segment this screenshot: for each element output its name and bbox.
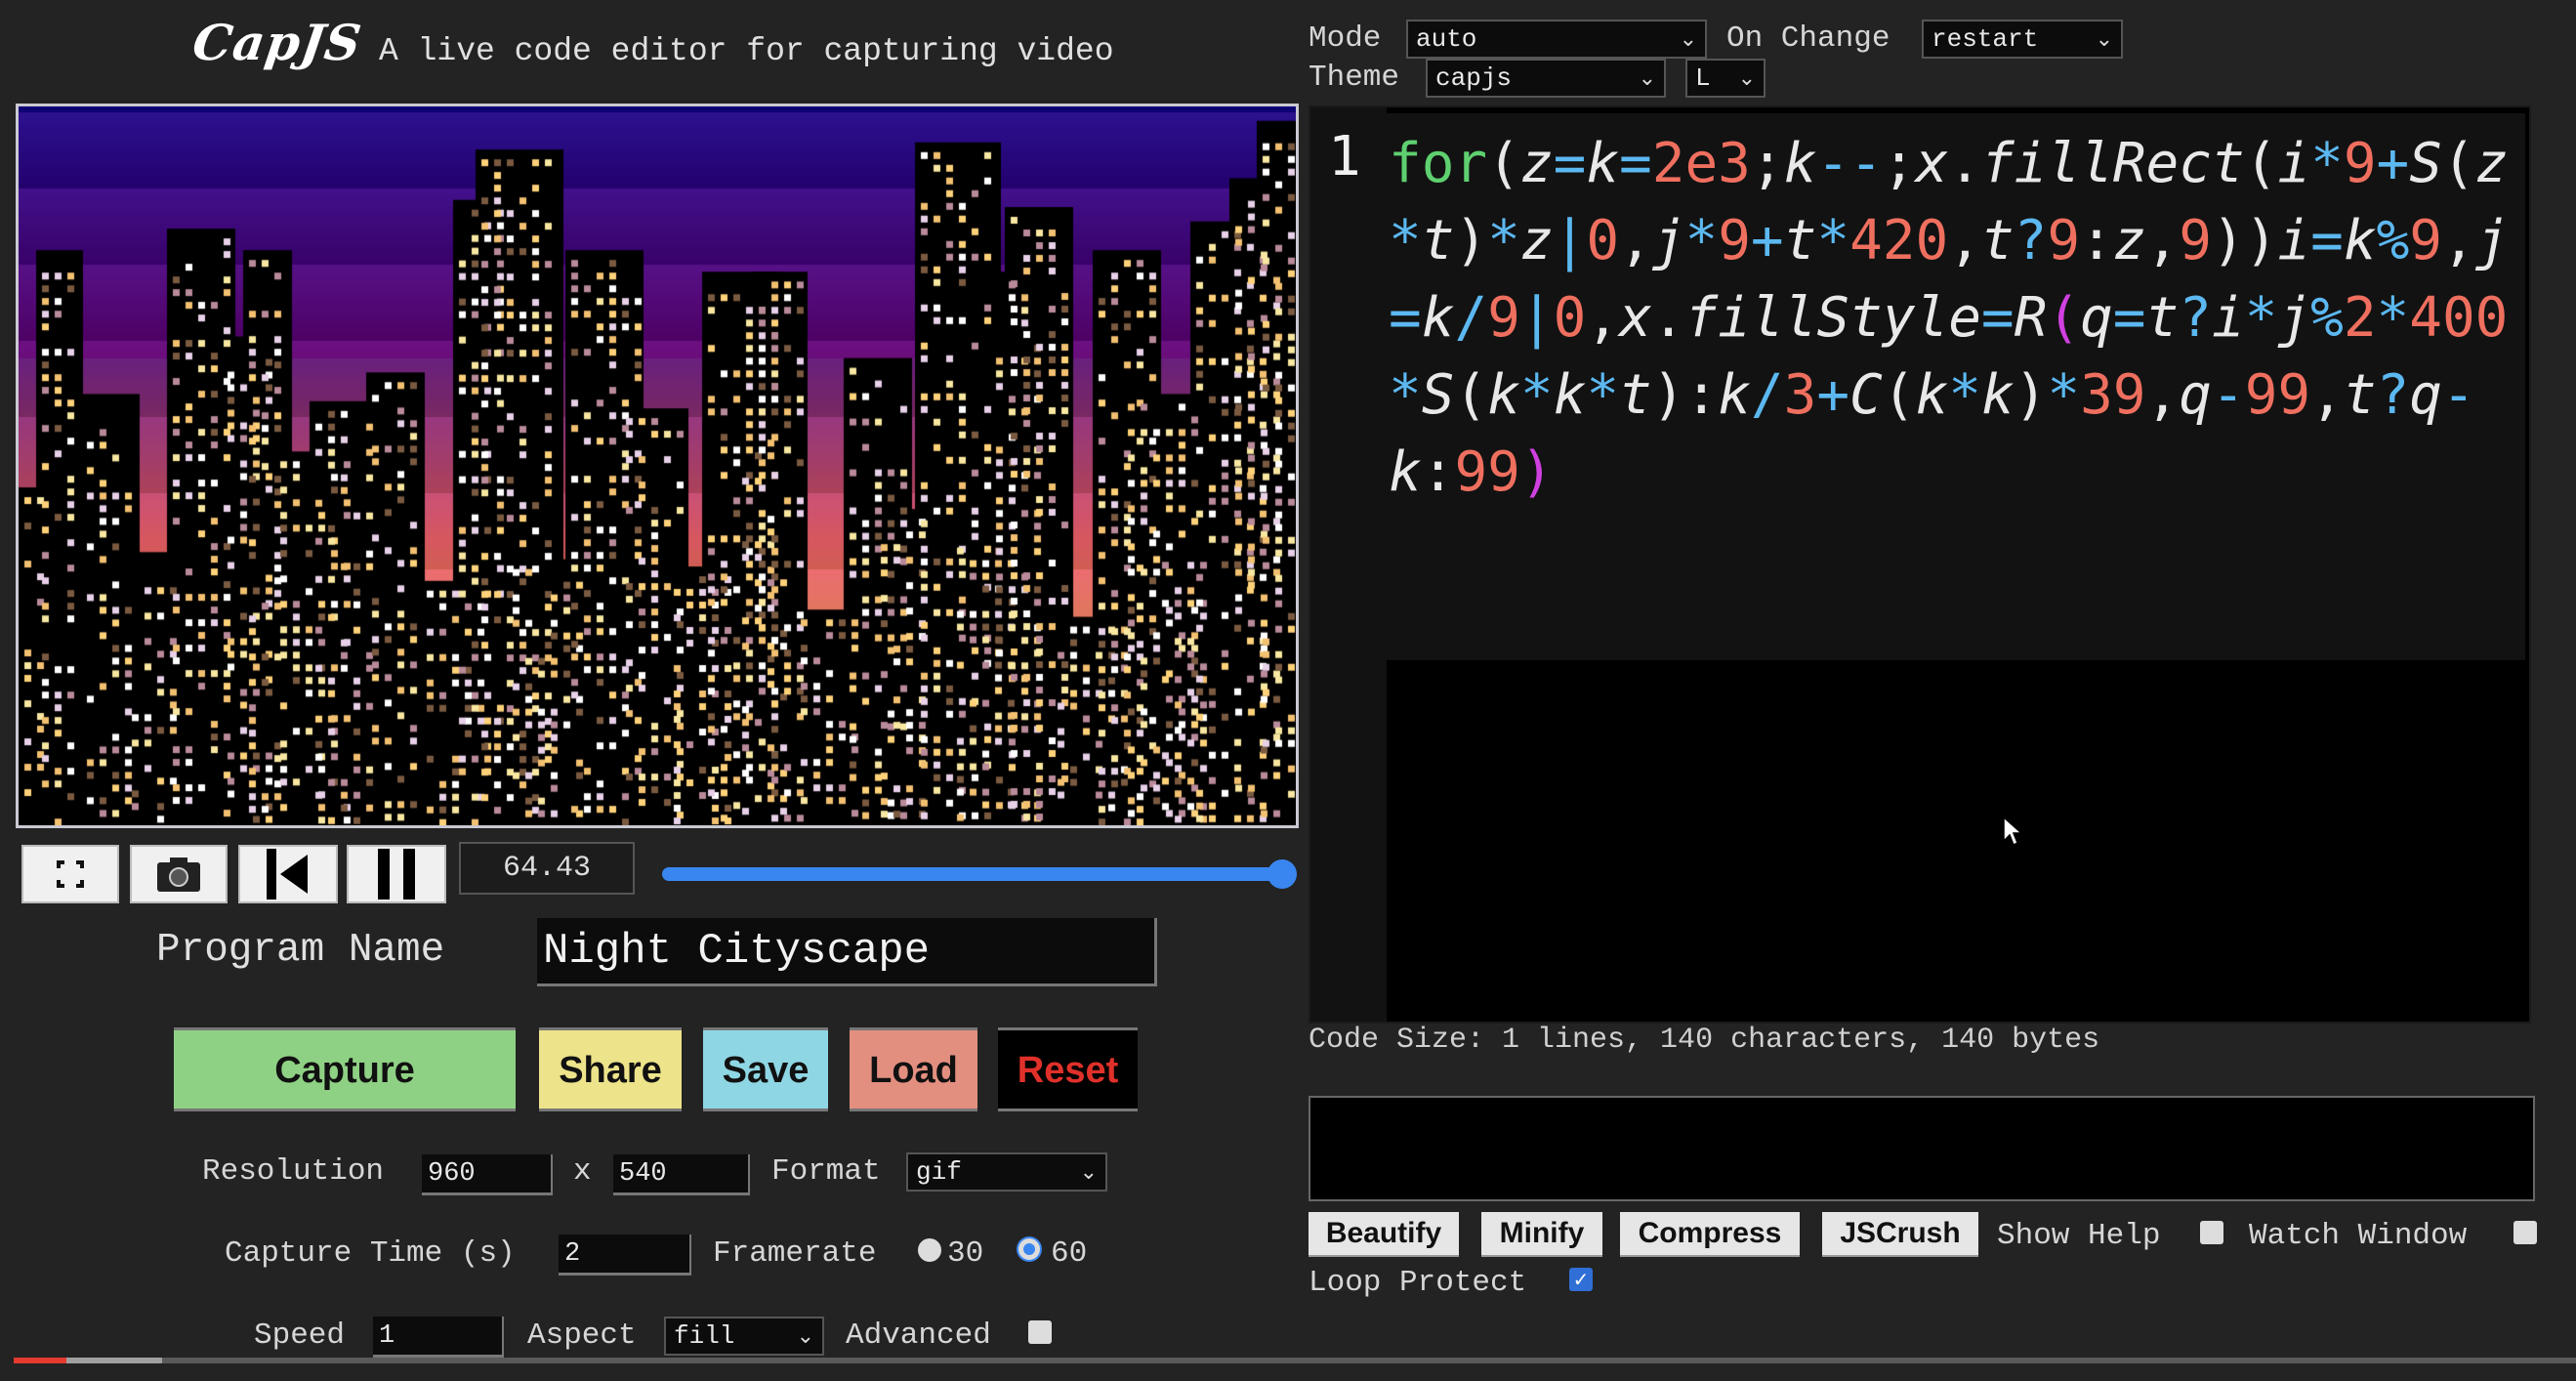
timeline-slider[interactable] (652, 859, 1297, 889)
show-help-label: Show Help (1997, 1219, 2161, 1253)
theme-label: Theme (1309, 61, 1400, 95)
chevron-down-icon: ⌄ (1079, 1159, 1098, 1185)
watch-window-checkbox[interactable] (2514, 1221, 2537, 1244)
editor-gutter (1310, 107, 1387, 1022)
loop-protect-checkbox[interactable]: ✓ (1569, 1268, 1593, 1291)
pause-icon (378, 849, 415, 900)
jscrush-button[interactable]: JSCrush (1822, 1212, 1978, 1257)
code-editor[interactable]: 1 for(z=k=2e3;k--;x.fillRect(i*9+S(z*t)*… (1309, 105, 2531, 1024)
framerate-30-label: 30 (947, 1236, 984, 1271)
pause-button[interactable] (347, 845, 446, 903)
aspect-select[interactable]: fill ⌄ (664, 1317, 824, 1356)
mode-label: Mode (1309, 21, 1382, 56)
code-size-status: Code Size: 1 lines, 140 characters, 140 … (1309, 1024, 2100, 1057)
share-button[interactable]: Share (539, 1027, 682, 1111)
framerate-radio-60[interactable] (1018, 1238, 1040, 1260)
load-button[interactable]: Load (850, 1027, 977, 1111)
capture-button[interactable]: Capture (174, 1027, 516, 1111)
save-button[interactable]: Save (703, 1027, 828, 1111)
timeline-track[interactable] (662, 867, 1283, 881)
timeline-thumb[interactable] (1267, 859, 1297, 889)
aspect-select-value: fill (674, 1321, 735, 1351)
capture-time-label: Capture Time (s) (225, 1236, 516, 1271)
theme-select-value: capjs (1435, 63, 1513, 93)
screenshot-button[interactable] (130, 845, 228, 903)
advanced-checkbox[interactable] (1028, 1320, 1052, 1344)
preview-canvas-frame[interactable] (16, 104, 1299, 828)
speed-label: Speed (254, 1318, 346, 1353)
fullscreen-icon (57, 860, 84, 888)
compress-button[interactable]: Compress (1620, 1212, 1800, 1257)
program-name-input[interactable] (537, 918, 1157, 986)
chevron-down-icon: ⌄ (796, 1323, 814, 1349)
on-change-select[interactable]: restart ⌄ (1922, 20, 2123, 59)
resolution-x-label: x (573, 1154, 592, 1189)
advanced-label: Advanced (846, 1318, 991, 1353)
preview-canvas[interactable] (19, 106, 1296, 825)
capture-time-input[interactable] (559, 1235, 691, 1276)
reset-button[interactable]: Reset (998, 1027, 1138, 1111)
show-help-checkbox[interactable] (2200, 1221, 2223, 1244)
camera-icon (157, 858, 200, 892)
restart-button[interactable] (238, 845, 338, 903)
time-readout[interactable]: 64.43 (459, 842, 635, 895)
font-size-select-value: L (1695, 63, 1711, 93)
video-progress-buffered (66, 1358, 162, 1363)
skip-back-icon (267, 849, 308, 900)
format-select-value: gif (916, 1157, 962, 1187)
speed-input[interactable] (373, 1317, 504, 1358)
fullscreen-button[interactable] (21, 845, 119, 903)
app-logo: CapJS (188, 14, 366, 71)
chevron-down-icon: ⌄ (1737, 65, 1756, 91)
chevron-down-icon: ⌄ (2095, 26, 2113, 52)
minify-button[interactable]: Minify (1481, 1212, 1602, 1257)
watch-window-label: Watch Window (2249, 1219, 2468, 1253)
resolution-width-input[interactable] (422, 1154, 553, 1195)
on-change-label: On Change (1726, 21, 1890, 56)
on-change-select-value: restart (1932, 24, 2039, 54)
code-text[interactable]: for(z=k=2e3;k--;x.fillRect(i*9+S(z*t)*z|… (1389, 125, 2521, 511)
line-number: 1 (1328, 125, 1361, 188)
program-name-label: Program Name (156, 928, 445, 973)
chevron-down-icon: ⌄ (1638, 65, 1656, 91)
framerate-radio-30[interactable] (918, 1238, 941, 1262)
video-progress-bar[interactable] (14, 1358, 2576, 1363)
beautify-button[interactable]: Beautify (1309, 1212, 1459, 1257)
mode-select[interactable]: auto ⌄ (1406, 20, 1707, 59)
output-textarea[interactable] (1309, 1096, 2535, 1201)
framerate-label: Framerate (713, 1236, 877, 1271)
font-size-select[interactable]: L ⌄ (1685, 59, 1766, 98)
mode-select-value: auto (1416, 24, 1477, 54)
format-label: Format (771, 1154, 881, 1189)
resolution-label: Resolution (202, 1154, 385, 1189)
framerate-60-label: 60 (1051, 1236, 1088, 1271)
mouse-cursor-icon (2003, 816, 2023, 847)
aspect-label: Aspect (527, 1318, 637, 1353)
app-tagline: A live code editor for capturing video (379, 33, 1114, 69)
loop-protect-label: Loop Protect (1309, 1266, 1527, 1300)
format-select[interactable]: gif ⌄ (906, 1152, 1107, 1192)
video-progress-played (14, 1358, 66, 1363)
theme-select[interactable]: capjs ⌄ (1426, 59, 1666, 98)
chevron-down-icon: ⌄ (1679, 26, 1697, 52)
resolution-height-input[interactable] (613, 1154, 750, 1195)
